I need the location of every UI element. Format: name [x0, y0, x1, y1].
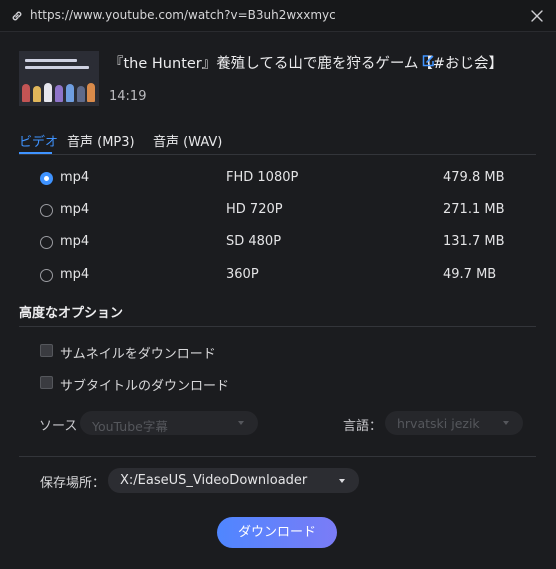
video-title: 『the Hunter』養殖してる山で鹿を狩るゲーム【#おじ会】 — [109, 56, 504, 72]
format-option-360p[interactable]: mp4 360P 49.7 MB — [40, 265, 520, 285]
title-bar: https://www.youtube.com/watch?v=B3uh2wxx… — [0, 0, 556, 32]
source-value: YouTube字幕 — [92, 419, 168, 434]
save-location-select[interactable]: X:/EaseUS_VideoDownloader — [108, 468, 359, 493]
file-size: 131.7 MB — [443, 234, 505, 249]
quality-label: HD 720P — [226, 202, 283, 217]
format-label: mp4 — [60, 202, 90, 217]
format-option-720p[interactable]: mp4 HD 720P 271.1 MB — [40, 200, 520, 220]
format-option-1080p[interactable]: mp4 FHD 1080P 479.8 MB — [40, 168, 520, 188]
download-button[interactable]: ダウンロード — [217, 517, 337, 548]
file-size: 271.1 MB — [443, 202, 505, 217]
save-location-label: 保存場所： — [40, 476, 106, 491]
tab-audio-mp3[interactable]: 音声 (MP3) — [67, 131, 135, 150]
format-label: mp4 — [60, 234, 90, 249]
radio-button-selected[interactable] — [40, 172, 53, 185]
language-select[interactable]: hrvatski jezik — [385, 411, 523, 435]
video-duration: 14:19 — [109, 89, 147, 104]
source-select[interactable]: YouTube字幕 — [80, 411, 258, 435]
thumbnail-checkbox[interactable] — [40, 344, 53, 357]
chevron-down-icon — [238, 421, 244, 425]
format-label: mp4 — [60, 267, 90, 282]
chevron-down-icon — [503, 421, 509, 425]
radio-button[interactable] — [40, 269, 53, 282]
file-size: 479.8 MB — [443, 170, 505, 185]
edit-icon[interactable] — [421, 54, 435, 68]
format-label: mp4 — [60, 170, 90, 185]
format-option-480p[interactable]: mp4 SD 480P 131.7 MB — [40, 232, 520, 252]
language-label: 言語： — [343, 419, 383, 434]
subtitle-checkbox[interactable] — [40, 376, 53, 389]
save-divider — [19, 456, 536, 457]
save-path: X:/EaseUS_VideoDownloader — [120, 473, 308, 488]
radio-button[interactable] — [40, 236, 53, 249]
video-thumbnail — [19, 51, 99, 106]
tab-video[interactable]: ビデオ — [19, 131, 58, 150]
quality-label: FHD 1080P — [226, 170, 299, 185]
tab-audio-wav[interactable]: 音声 (WAV) — [153, 131, 222, 150]
thumbnail-label: サムネイルをダウンロード — [60, 347, 216, 362]
url-text: https://www.youtube.com/watch?v=B3uh2wxx… — [30, 8, 336, 22]
quality-label: 360P — [226, 267, 259, 282]
close-icon[interactable] — [530, 9, 544, 23]
source-label: ソース — [39, 419, 78, 434]
file-size: 49.7 MB — [443, 267, 497, 282]
chevron-down-icon — [339, 479, 345, 483]
advanced-divider — [19, 326, 536, 327]
radio-button[interactable] — [40, 204, 53, 217]
advanced-options-title: 高度なオプション — [19, 306, 124, 321]
language-value: hrvatski jezik — [397, 416, 480, 431]
tabs-divider — [19, 154, 536, 155]
link-icon — [12, 11, 22, 21]
quality-label: SD 480P — [226, 234, 282, 249]
subtitle-label: サブタイトルのダウンロード — [60, 379, 230, 394]
